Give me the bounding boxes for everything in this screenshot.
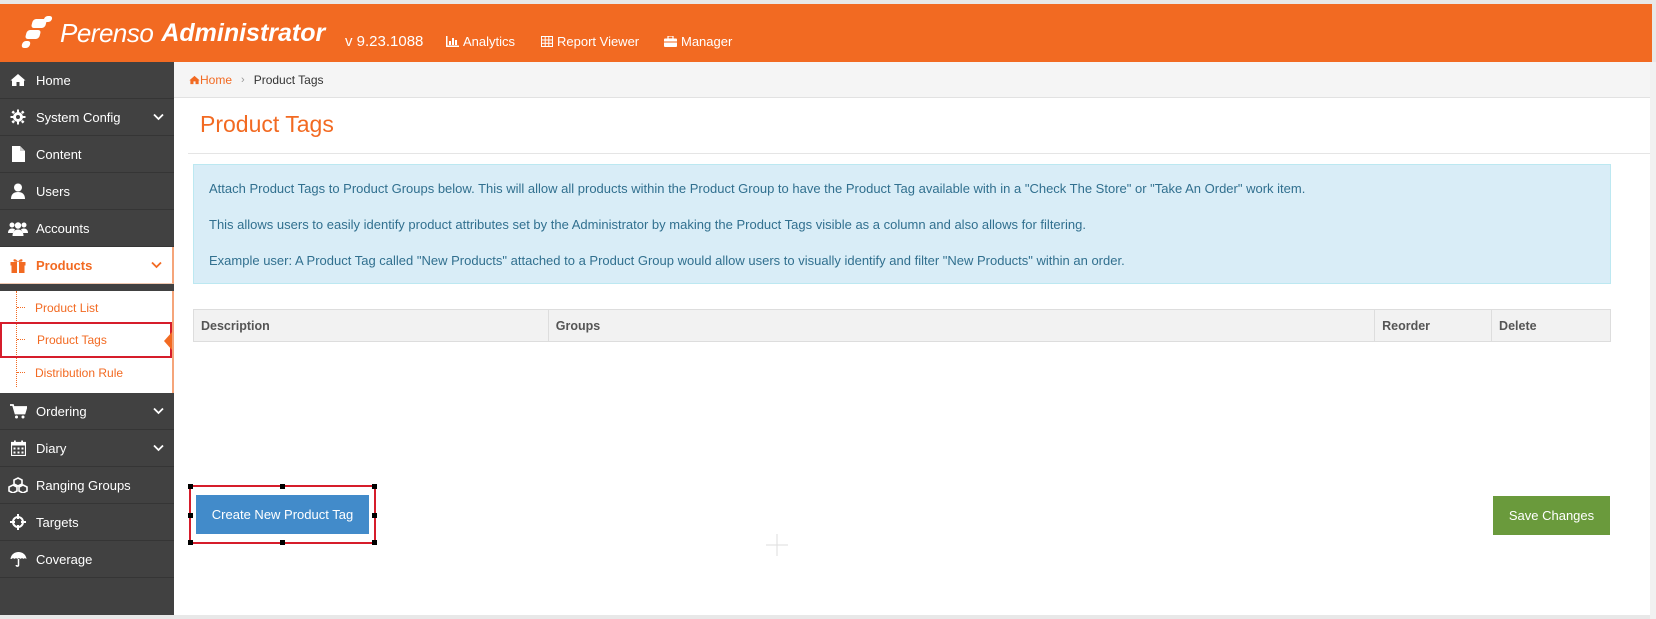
create-button-highlight: Create New Product Tag: [188, 484, 377, 545]
column-header-delete[interactable]: Delete: [1491, 309, 1611, 342]
sidebar-item-targets[interactable]: Targets: [0, 504, 174, 541]
scrollbar[interactable]: [1650, 62, 1656, 619]
cursor-crosshair-icon: [766, 534, 788, 556]
info-alert: Attach Product Tags to Product Groups be…: [193, 164, 1611, 284]
sidebar-item-users[interactable]: Users: [0, 173, 174, 210]
create-new-product-tag-button[interactable]: Create New Product Tag: [196, 495, 369, 534]
sidebar-subitem-label: Distribution Rule: [35, 366, 124, 380]
users-icon: [8, 221, 28, 236]
sidebar-item-content[interactable]: Content: [0, 136, 174, 173]
gear-icon: [10, 109, 26, 125]
chevron-down-icon: [151, 261, 162, 269]
home-icon: [189, 75, 200, 84]
calendar-icon: [10, 440, 26, 456]
bar-chart-icon: [446, 36, 459, 47]
app-window: Perenso Administrator v 9.23.1088 Analyt…: [0, 4, 1652, 615]
breadcrumb: Home › Product Tags: [174, 62, 1652, 98]
sidebar-item-coverage[interactable]: Coverage: [0, 541, 174, 578]
sidebar-item-label: Accounts: [36, 220, 90, 236]
product-tags-table: Description Groups Reorder Delete: [193, 309, 1611, 342]
sidebar-item-accounts[interactable]: Accounts: [0, 210, 174, 247]
sidebar: Home System Config Content Users Account…: [0, 62, 174, 615]
active-indicator: [164, 332, 172, 350]
document-icon: [11, 146, 25, 162]
sidebar-subitem-distribution-rule[interactable]: Distribution Rule: [0, 356, 172, 390]
sidebar-item-label: Coverage: [36, 551, 93, 567]
save-changes-button[interactable]: Save Changes: [1493, 496, 1610, 535]
sidebar-item-label: System Config: [36, 109, 121, 125]
top-bar: Perenso Administrator v 9.23.1088 Analyt…: [0, 4, 1652, 62]
sidebar-item-label: Targets: [36, 514, 79, 530]
nav-analytics-label: Analytics: [463, 34, 516, 49]
briefcase-icon: [664, 36, 677, 47]
crosshairs-icon: [10, 514, 26, 530]
sidebar-item-products[interactable]: Products: [0, 247, 174, 284]
table-header-row: Description Groups Reorder Delete: [193, 309, 1611, 342]
sidebar-item-ranging-groups[interactable]: Ranging Groups: [0, 467, 174, 504]
info-line-3: Example user: A Product Tag called "New …: [209, 253, 1125, 268]
breadcrumb-current: Product Tags: [253, 72, 324, 87]
chevron-down-icon: [153, 113, 164, 121]
title-divider: [188, 153, 1652, 154]
breadcrumb-home-link[interactable]: Home: [189, 73, 232, 87]
sidebar-item-label: Ranging Groups: [36, 477, 131, 493]
home-icon: [10, 74, 26, 86]
perenso-logo-icon: [20, 15, 56, 51]
products-submenu: Product List Product Tags Distribution R…: [0, 291, 174, 393]
info-line-1: Attach Product Tags to Product Groups be…: [209, 181, 1306, 196]
sidebar-subitem-label: Product List: [35, 301, 99, 315]
brand-name: Perenso: [60, 17, 154, 48]
sidebar-item-label: Diary: [36, 440, 67, 456]
breadcrumb-separator-icon: ›: [241, 73, 245, 86]
product-name: Administrator: [161, 18, 326, 47]
column-header-description[interactable]: Description: [193, 309, 549, 342]
sidebar-item-label: Content: [36, 146, 82, 162]
sidebar-item-label: Home: [36, 72, 71, 88]
table-icon: [541, 36, 553, 47]
umbrella-icon: [10, 552, 26, 567]
sidebar-item-system-config[interactable]: System Config: [0, 99, 174, 136]
column-header-groups[interactable]: Groups: [547, 309, 1376, 342]
sidebar-item-label: Products: [36, 257, 93, 273]
page-title: Product Tags: [200, 111, 334, 137]
nav-manager[interactable]: Manager: [664, 34, 732, 49]
sidebar-subitem-product-tags[interactable]: Product Tags: [0, 322, 172, 358]
cart-icon: [9, 403, 27, 418]
sidebar-item-label: Ordering: [36, 403, 87, 419]
nav-report-viewer[interactable]: Report Viewer: [541, 34, 639, 49]
cubes-icon: [8, 477, 28, 493]
breadcrumb-home-label: Home: [200, 72, 233, 87]
sidebar-item-label: Users: [36, 183, 70, 199]
sidebar-subitem-product-list[interactable]: Product List: [0, 291, 172, 325]
nav-manager-label: Manager: [681, 34, 733, 49]
sidebar-item-home[interactable]: Home: [0, 62, 174, 99]
nav-report-viewer-label: Report Viewer: [557, 34, 640, 49]
info-line-2: This allows users to easily identify pro…: [209, 217, 1086, 232]
nav-analytics[interactable]: Analytics: [446, 34, 515, 49]
sidebar-item-ordering[interactable]: Ordering: [0, 393, 174, 430]
chevron-down-icon: [153, 444, 164, 452]
chevron-down-icon: [153, 407, 164, 415]
logo: Perenso Administrator: [20, 13, 325, 53]
sidebar-subitem-label: Product Tags: [37, 333, 107, 347]
column-header-reorder[interactable]: Reorder: [1374, 309, 1493, 342]
version-label: v 9.23.1088: [345, 33, 424, 50]
user-icon: [11, 183, 25, 199]
gift-icon: [10, 258, 26, 273]
sidebar-item-diary[interactable]: Diary: [0, 430, 174, 467]
